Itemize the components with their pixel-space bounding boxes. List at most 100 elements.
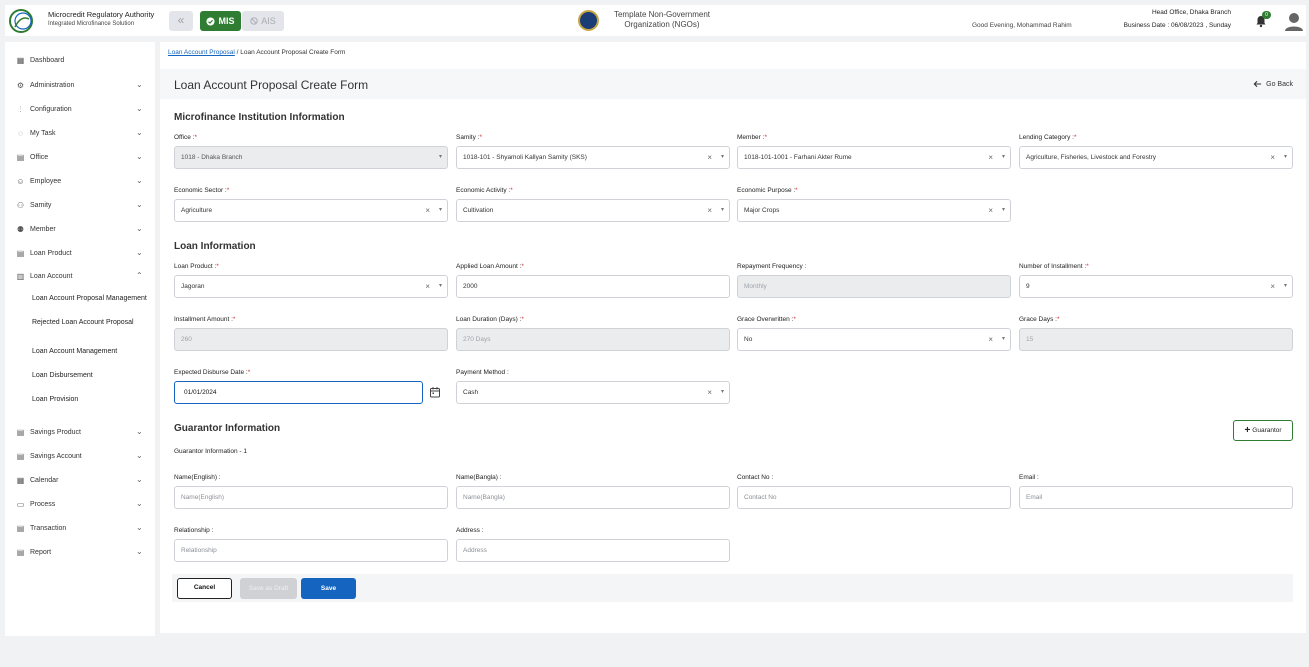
go-back-button[interactable]: Go Back [1253, 80, 1293, 88]
go-back-label: Go Back [1266, 80, 1293, 88]
sidebar-item-samity[interactable]: ⚇ Samity ⌄ [5, 195, 155, 215]
applied-amount-input[interactable]: 2000 [456, 275, 730, 298]
clear-icon[interactable]: × [1270, 276, 1275, 297]
economic-activity-select[interactable]: Cultivation × ▾ [456, 199, 730, 222]
relationship-input[interactable]: Relationship [174, 539, 448, 562]
sidebar-item-loan-account[interactable]: ▥ Loan Account ⌃ [5, 266, 155, 286]
grace-days-label: Grace Days :* [1019, 316, 1060, 323]
sidebar-item-member[interactable]: ⚉ Member ⌄ [5, 219, 155, 239]
economic-purpose-select[interactable]: Major Crops × ▾ [737, 199, 1011, 222]
chevron-down-icon: ⌄ [136, 176, 143, 185]
clear-icon[interactable]: × [707, 200, 712, 221]
installment-amount-value: 260 [181, 336, 192, 343]
office-select[interactable]: 1018 - Dhaka Branch ▾ [174, 146, 448, 169]
loan-product-select[interactable]: Jagoran × ▾ [174, 275, 448, 298]
savings-account-icon: ▤ [16, 451, 25, 461]
name-bangla-label: Name(Bangla) : [456, 474, 502, 481]
installment-amount-input: 260 [174, 328, 448, 351]
contact-no-input[interactable]: Contact No [737, 486, 1011, 509]
loan-account-icon: ▥ [16, 271, 25, 281]
applied-amount-label: Applied Loan Amount :* [456, 263, 524, 270]
payment-method-select[interactable]: Cash × ▾ [456, 381, 730, 404]
notification-badge: 0 [1262, 11, 1271, 19]
caret-down-icon: ▾ [438, 207, 442, 213]
sidebar-item-savings-account[interactable]: ▤ Savings Account ⌄ [5, 446, 155, 466]
loan-duration-input: 270 Days [456, 328, 730, 351]
samity-select[interactable]: 1018-101 - Shyamoli Kallyan Samity (SKS)… [456, 146, 730, 169]
ban-icon [250, 17, 258, 25]
sidebar-item-calendar[interactable]: ▦ Calendar ⌄ [5, 470, 155, 490]
clear-icon[interactable]: × [425, 200, 430, 221]
sidebar-item-configuration[interactable]: ⫶ Configuration ⌄ [5, 99, 155, 119]
sidebar-subitem-provision[interactable]: Loan Provision [32, 395, 147, 405]
clear-icon[interactable]: × [1270, 147, 1275, 168]
chevron-down-icon: ⌄ [136, 499, 143, 508]
lending-category-select[interactable]: Agriculture, Fisheries, Livestock and Fo… [1019, 146, 1293, 169]
clear-icon[interactable]: × [707, 382, 712, 403]
member-select[interactable]: 1018-101-1001 - Farhani Akter Rume × ▾ [737, 146, 1011, 169]
contact-no-placeholder: Contact No [744, 494, 777, 501]
section-title-guarantor: Guarantor Information [174, 423, 281, 434]
ais-button[interactable]: AIS [242, 11, 284, 31]
sidebar-subitem-account-management[interactable]: Loan Account Management [32, 347, 147, 357]
plus-icon: + [1244, 425, 1251, 436]
section-title-loan: Loan Information [174, 241, 256, 252]
email-input[interactable]: Email [1019, 486, 1293, 509]
save-draft-button[interactable]: Save as Draft [240, 578, 297, 599]
add-guarantor-label: Guarantor [1252, 427, 1282, 434]
name-english-input[interactable]: Name(English) [174, 486, 448, 509]
sidebar-subitem-rejected-proposal[interactable]: Rejected Loan Account Proposal [32, 318, 147, 328]
sidebar-subitem-disbursement[interactable]: Loan Disbursement [32, 371, 147, 381]
caret-down-icon: ▾ [1001, 207, 1005, 213]
business-date-text: Business Date : 06/08/2023 , Sunday [1123, 22, 1231, 29]
caret-down-icon: ▾ [438, 154, 442, 160]
name-bangla-input[interactable]: Name(Bangla) [456, 486, 730, 509]
clear-icon[interactable]: × [425, 276, 430, 297]
mis-button[interactable]: MIS [200, 11, 241, 31]
calendar-icon[interactable] [429, 386, 441, 398]
member-label: Member :* [737, 134, 767, 141]
clear-icon[interactable]: × [988, 200, 993, 221]
office-icon: ▤ [16, 152, 25, 162]
num-installment-select[interactable]: 9 × ▾ [1019, 275, 1293, 298]
sidebar-item-label: Report [30, 548, 52, 556]
sidebar-item-savings-product[interactable]: ▤ Savings Product ⌄ [5, 422, 155, 442]
clear-icon[interactable]: × [707, 147, 712, 168]
sidebar-item-loan-product[interactable]: ▤ Loan Product ⌄ [5, 243, 155, 263]
num-installment-label: Number of Installment :* [1019, 263, 1089, 270]
clear-icon[interactable]: × [988, 329, 993, 350]
cancel-button[interactable]: Cancel [177, 578, 232, 599]
brand-subtitle: Integrated Microfinance Solution [48, 21, 135, 27]
disburse-date-input[interactable]: 01/01/2024 [174, 381, 423, 404]
chevron-down-icon: ⌄ [136, 200, 143, 209]
sidebar-item-label: Loan Product [30, 249, 72, 257]
sidebar-item-label: Calendar [30, 476, 59, 484]
address-input[interactable]: Address [456, 539, 730, 562]
grace-overwritten-select[interactable]: No × ▾ [737, 328, 1011, 351]
sidebar-collapse-button[interactable]: « [169, 11, 193, 31]
sidebar-item-label: Transaction [30, 524, 67, 532]
chevron-down-icon: ⌄ [136, 248, 143, 257]
sidebar-subitem-proposal-management[interactable]: Loan Account Proposal Management [32, 294, 147, 304]
lending-category-label: Lending Category :* [1019, 134, 1077, 141]
sidebar-item-office[interactable]: ▤ Office ⌄ [5, 147, 155, 167]
calendar-icon: ▦ [16, 475, 25, 485]
breadcrumb-link[interactable]: Loan Account Proposal [168, 49, 235, 56]
sidebar-item-dashboard[interactable]: ▦ Dashboard [5, 50, 155, 70]
sidebar-item-administration[interactable]: ⚙ Administration ⌄ [5, 75, 155, 95]
save-button[interactable]: Save [301, 578, 356, 599]
add-guarantor-button[interactable]: + Guarantor [1233, 420, 1293, 441]
sidebar-item-label: Dashboard [30, 56, 65, 64]
sidebar-item-label: Employee [30, 177, 62, 185]
breadcrumb-current: Loan Account Proposal Create Form [240, 49, 346, 56]
disburse-date-label: Expected Disburse Date :* [174, 369, 251, 376]
sidebar-item-report[interactable]: ▤ Report ⌄ [5, 542, 155, 562]
clear-icon[interactable]: × [988, 147, 993, 168]
sidebar-item-employee[interactable]: ☺ Employee ⌄ [5, 171, 155, 191]
sidebar-item-transaction[interactable]: ▤ Transaction ⌄ [5, 518, 155, 538]
economic-sector-select[interactable]: Agriculture × ▾ [174, 199, 448, 222]
user-avatar-icon[interactable] [1283, 10, 1305, 32]
member-icon: ⚉ [16, 224, 25, 234]
sidebar-item-my-task[interactable]: ◌ My Task ⌄ [5, 123, 155, 143]
sidebar-item-process[interactable]: ▭ Process ⌄ [5, 494, 155, 514]
